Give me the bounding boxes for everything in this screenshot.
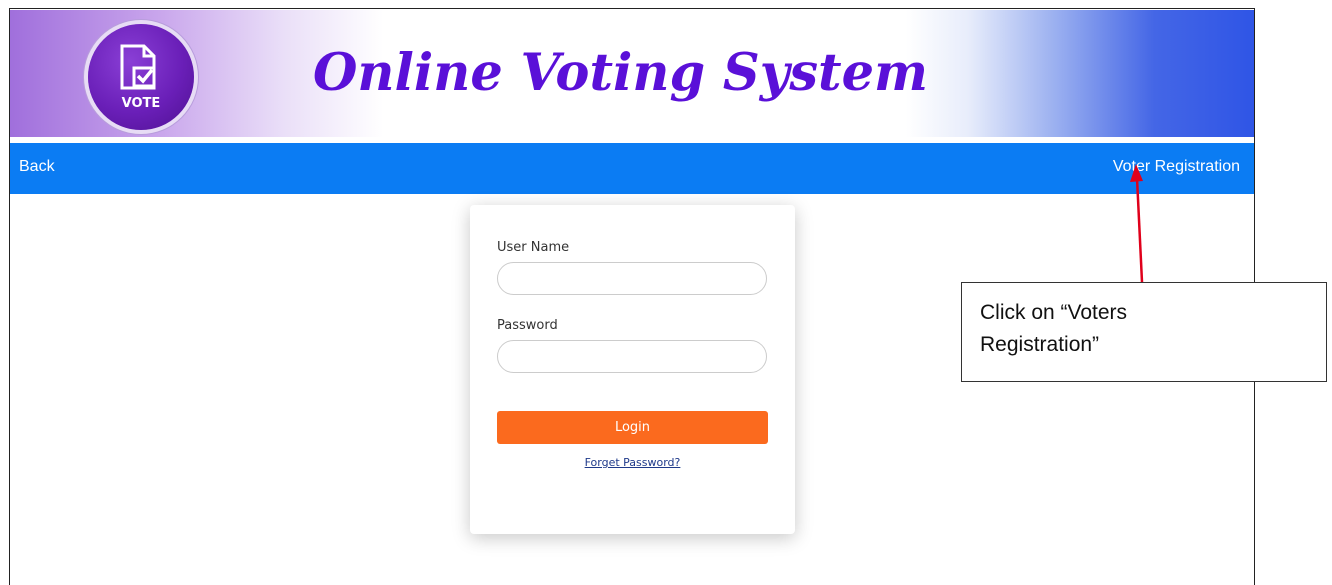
login-card: User Name Password Login Forget Password…	[470, 205, 795, 534]
navbar: Back Voter Registration	[10, 143, 1254, 194]
forgot-password-link[interactable]: Forget Password?	[470, 456, 795, 469]
password-label: Password	[497, 318, 558, 333]
logo-text: VOTE	[121, 96, 161, 111]
annotation-arrow-icon	[1130, 164, 1144, 283]
back-link[interactable]: Back	[19, 158, 55, 176]
header-banner: VOTE Online Voting System	[10, 10, 1254, 137]
vote-logo: VOTE	[88, 24, 194, 130]
annotation-callout: Click on “Voters Registration”	[961, 282, 1327, 382]
username-label: User Name	[497, 240, 570, 255]
login-button[interactable]: Login	[497, 411, 768, 444]
callout-text: Click on “Voters Registration”	[980, 301, 1128, 356]
page-title: Online Voting System	[313, 43, 929, 103]
username-input[interactable]	[497, 262, 767, 295]
ballot-check-icon	[120, 44, 156, 90]
password-input[interactable]	[497, 340, 767, 373]
